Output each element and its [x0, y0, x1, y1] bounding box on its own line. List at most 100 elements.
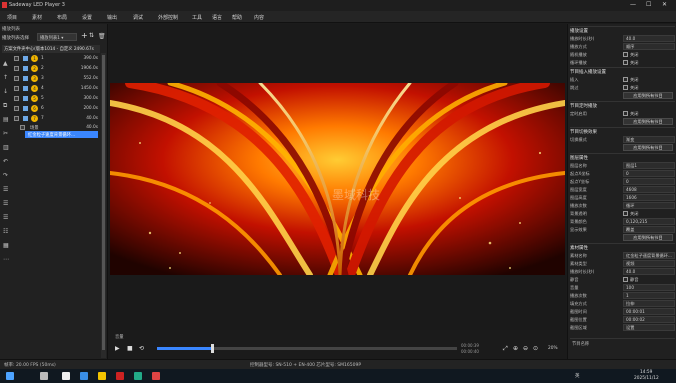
menu-language[interactable]: 语言 [212, 14, 222, 21]
sort-icon[interactable]: ⇅ [89, 32, 94, 39]
property-value-field[interactable]: 100 [623, 284, 675, 291]
redo-icon[interactable]: ↷ [3, 172, 8, 179]
property-value-field[interactable]: 00:00:01 [623, 308, 675, 315]
up-icon[interactable]: ▲ [3, 60, 8, 67]
video-canvas[interactable]: 墨域科技 [110, 83, 565, 275]
calculator-icon[interactable] [62, 372, 70, 380]
app-task-icon[interactable] [116, 372, 124, 380]
property-checkbox[interactable] [623, 60, 628, 65]
copy-icon[interactable]: ⧉ [3, 102, 7, 110]
menu-tools[interactable]: 工具 [192, 14, 202, 21]
section-header[interactable]: 节目切换效果 [570, 127, 675, 135]
edge-icon[interactable] [80, 372, 88, 380]
search-icon[interactable] [40, 372, 48, 380]
cut-icon[interactable]: ✂ [3, 130, 8, 137]
track-row[interactable]: 3 3 552.0s [14, 75, 100, 83]
menu-debug[interactable]: 调试 [133, 14, 143, 21]
track-checkbox[interactable] [14, 76, 19, 81]
property-checkbox[interactable] [623, 77, 628, 82]
ime-indicator[interactable]: 英 [575, 373, 580, 379]
property-value-field[interactable]: 循环 [623, 202, 675, 209]
track-checkbox[interactable] [14, 66, 19, 71]
trash-icon[interactable]: ▥ [3, 144, 9, 151]
menu-settings[interactable]: 设置 [82, 14, 92, 21]
property-value-field[interactable]: 4608 [623, 186, 675, 193]
property-value-field[interactable]: 渐变 [623, 136, 675, 143]
section-header[interactable]: 播放设置 [570, 26, 675, 34]
add-icon[interactable]: + [81, 31, 88, 40]
track-row[interactable]: 5 5 300.0s [14, 95, 100, 103]
track-row[interactable]: 4 4 1450.0s [14, 85, 100, 93]
menu-external[interactable]: 外部控制 [158, 14, 178, 21]
start-icon[interactable] [6, 372, 14, 380]
selected-media-item[interactable]: 红金粒子速度背景循环... [25, 131, 98, 138]
property-value-field[interactable]: 00:00:02 [623, 316, 675, 323]
stop-icon[interactable]: ■ [127, 345, 133, 352]
playlist-select[interactable]: 播放列表1 ▾ [37, 33, 77, 41]
menu-help[interactable]: 帮助 [232, 14, 242, 21]
more-icon[interactable]: ⋯ [3, 256, 9, 263]
section-header[interactable]: 节目定时播放 [570, 101, 675, 109]
scrollbar-thumb[interactable] [102, 55, 105, 350]
distribute-icon[interactable]: ☷ [3, 228, 8, 235]
property-value-field[interactable]: 0 [623, 170, 675, 177]
property-value-field[interactable]: 视频 [623, 260, 675, 267]
property-value-field[interactable]: 设置 [623, 324, 675, 331]
menu-layout[interactable]: 布局 [57, 14, 67, 21]
menu-project[interactable]: 项目 [7, 14, 17, 21]
track-checkbox[interactable] [14, 86, 19, 91]
track-checkbox[interactable] [14, 56, 19, 61]
zoom-in-icon[interactable]: ⊕ [513, 345, 518, 352]
property-value-field[interactable]: 红金粒子速度背景循环... [623, 252, 675, 259]
progress-knob[interactable] [211, 344, 214, 353]
track-checkbox[interactable] [14, 116, 19, 121]
property-checkbox[interactable] [623, 111, 628, 116]
property-value-field[interactable]: 1606 [623, 194, 675, 201]
close-icon[interactable]: ✕ [662, 1, 667, 8]
grid-icon[interactable]: ▦ [3, 242, 9, 249]
clock-time[interactable]: 14:59 [640, 370, 652, 375]
track-row[interactable]: 7 7 40.0s [14, 115, 100, 123]
property-checkbox[interactable] [623, 211, 628, 216]
program-title[interactable]: 方案文件夹中心(版本1014 - 自定义 2490.67s [2, 45, 100, 53]
menu-output[interactable]: 输出 [107, 14, 117, 21]
apply-all-button[interactable]: 应用到所有节目 [623, 144, 673, 151]
align-center-icon[interactable]: ☰ [3, 200, 8, 207]
section-header[interactable]: 素材属性 [570, 243, 675, 251]
section-header[interactable]: 节目插入播放设置 [570, 67, 675, 75]
maximize-icon[interactable]: ☐ [646, 1, 651, 8]
property-value-field[interactable]: 顺序 [623, 43, 675, 50]
fit-icon[interactable]: ⤢ [503, 345, 508, 353]
minimize-icon[interactable]: — [630, 1, 636, 8]
track-row[interactable]: 1 1 390.0s [14, 55, 100, 63]
property-value-field[interactable]: 0 [623, 178, 675, 185]
undo-icon[interactable]: ↶ [3, 158, 8, 165]
align-right-icon[interactable]: ☰ [3, 214, 8, 221]
property-value-field[interactable]: 40.0 [623, 268, 675, 275]
play-icon[interactable]: ▶ [115, 345, 120, 352]
folder-icon[interactable] [98, 372, 106, 380]
apply-all-button[interactable]: 应用到所有节目 [623, 118, 673, 125]
align-left-icon[interactable]: ☰ [3, 186, 8, 193]
track-row[interactable]: 2 2 1906.0s [14, 65, 100, 73]
clock-date[interactable]: 2025/11/12 [634, 376, 659, 381]
zoom-out-icon[interactable]: ⊖ [523, 345, 528, 352]
group-checkbox[interactable] [20, 125, 25, 130]
property-value-field[interactable]: 图层1 [623, 162, 675, 169]
playlist-scrollbar[interactable] [101, 53, 106, 358]
track-checkbox[interactable] [14, 96, 19, 101]
app3-task-icon[interactable] [152, 372, 160, 380]
menu-content[interactable]: 内容 [254, 14, 264, 21]
delete-icon[interactable]: 🗑 [98, 33, 106, 40]
property-checkbox[interactable] [623, 85, 628, 90]
move-down-icon[interactable]: ↓ [3, 88, 8, 95]
property-value-field[interactable]: 40.0 [623, 35, 675, 42]
section-header[interactable]: 图层属性 [570, 153, 675, 161]
property-checkbox[interactable] [623, 52, 628, 57]
apply-all-button[interactable]: 应用到所有节目 [623, 92, 673, 99]
property-checkbox[interactable] [623, 277, 628, 282]
property-value-field[interactable]: 1 [623, 292, 675, 299]
menu-media[interactable]: 素材 [32, 14, 42, 21]
paste-icon[interactable]: ▤ [3, 116, 9, 123]
track-checkbox[interactable] [14, 106, 19, 111]
